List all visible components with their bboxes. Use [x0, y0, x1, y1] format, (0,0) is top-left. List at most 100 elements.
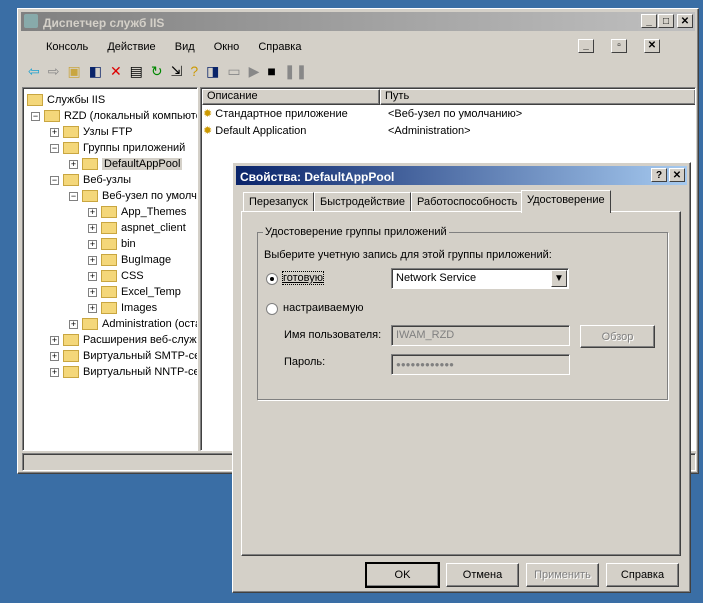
- forward-icon[interactable]: ⇨: [48, 63, 60, 80]
- tree-item-label: Расширения веб-служб: [83, 334, 198, 346]
- menu-help[interactable]: Справка: [258, 41, 301, 53]
- collapse-icon[interactable]: −: [69, 191, 78, 201]
- tab-identity[interactable]: Удостоверение: [521, 190, 611, 213]
- ok-button[interactable]: OK: [365, 562, 440, 588]
- tree-item-label: bin: [121, 238, 136, 250]
- help-icon[interactable]: ?: [190, 63, 198, 79]
- expand-icon[interactable]: +: [50, 367, 59, 377]
- password-field[interactable]: ●●●●●●●●●●●●: [391, 354, 570, 375]
- tree-item-label: App_Themes: [121, 206, 187, 218]
- radio-predefined[interactable]: [266, 273, 278, 285]
- account-select[interactable]: Network Service ▼: [391, 268, 569, 289]
- menu-action[interactable]: Действие: [107, 41, 155, 53]
- expand-icon[interactable]: +: [69, 319, 78, 329]
- main-title: Диспетчер служб IIS: [43, 15, 165, 30]
- delete-icon[interactable]: ✕: [110, 63, 122, 80]
- tree-item[interactable]: + Расширения веб-служб: [50, 332, 198, 348]
- expand-icon[interactable]: +: [50, 351, 59, 361]
- tree-item[interactable]: − Группы приложений: [50, 140, 185, 156]
- tree-item[interactable]: + DefaultAppPool: [69, 156, 183, 172]
- expand-icon[interactable]: +: [88, 271, 97, 281]
- properties-icon[interactable]: ▤: [130, 63, 143, 80]
- help-dialog-button[interactable]: Справка: [606, 563, 679, 587]
- folder-icon: [63, 126, 79, 139]
- export-icon[interactable]: ⇲: [171, 63, 183, 80]
- stop-icon[interactable]: ■: [267, 63, 275, 79]
- child-restore-button[interactable]: ▫: [611, 39, 627, 53]
- list-row[interactable]: ✹ Default Application <Administration>: [203, 123, 693, 139]
- menu-window[interactable]: Окно: [214, 41, 240, 53]
- tree-item[interactable]: − Веб-узел по умолчанию: [69, 188, 197, 204]
- tree-item[interactable]: + CSS: [88, 268, 144, 284]
- tree-item[interactable]: + aspnet_client: [88, 220, 186, 236]
- help-button[interactable]: ?: [651, 168, 667, 182]
- tree-item-label: DefaultAppPool: [102, 158, 183, 170]
- node-icon: [63, 366, 79, 379]
- tab-restart[interactable]: Перезапуск: [243, 192, 314, 212]
- tree-item-label: Группы приложений: [83, 142, 186, 154]
- tree-item[interactable]: + App_Themes: [88, 204, 186, 220]
- expand-icon[interactable]: +: [69, 159, 78, 169]
- up-folder-icon[interactable]: ▣: [67, 63, 80, 80]
- back-icon[interactable]: ⇦: [28, 63, 40, 80]
- tree-item[interactable]: + Виртуальный NNTP-сервер: [50, 364, 197, 380]
- tree-item[interactable]: + Administration (остановлен): [69, 316, 197, 332]
- computer-icon[interactable]: ▭: [227, 63, 240, 80]
- column-path[interactable]: Путь: [380, 89, 695, 105]
- cancel-button[interactable]: Отмена: [446, 563, 519, 587]
- refresh-icon[interactable]: ↻: [151, 63, 163, 80]
- dialog-close-button[interactable]: ✕: [669, 168, 685, 182]
- expand-icon[interactable]: +: [50, 127, 59, 137]
- expand-icon[interactable]: +: [88, 255, 97, 265]
- collapse-icon[interactable]: −: [31, 111, 40, 121]
- tree-item[interactable]: + Виртуальный SMTP-сервер: [50, 348, 197, 364]
- play-icon[interactable]: ▶: [249, 63, 260, 80]
- tree-item[interactable]: + Excel_Temp: [88, 284, 181, 300]
- tree-item-label: Службы IIS: [47, 94, 106, 106]
- chevron-down-icon[interactable]: ▼: [551, 270, 567, 287]
- folder-icon: [101, 238, 117, 251]
- child-close-button[interactable]: ✕: [644, 39, 660, 53]
- menu-view[interactable]: Вид: [175, 41, 195, 53]
- username-field[interactable]: IWAM_RZD: [391, 325, 570, 346]
- tree-item[interactable]: − Веб-узлы: [50, 172, 131, 188]
- tree-item[interactable]: − RZD (локальный компьютер): [31, 108, 197, 124]
- list-row[interactable]: ✹ Стандартное приложение <Веб-узел по умо…: [203, 106, 693, 122]
- minimize-button[interactable]: _: [641, 14, 657, 28]
- expand-icon[interactable]: +: [88, 239, 97, 249]
- tree-item[interactable]: + Images: [88, 300, 157, 316]
- console-tree-icon[interactable]: ◨: [206, 63, 219, 80]
- collapse-icon[interactable]: −: [50, 143, 59, 153]
- show-tree-icon[interactable]: ◧: [89, 63, 102, 80]
- apply-button[interactable]: Применить: [526, 563, 599, 587]
- folder-icon: [101, 302, 117, 315]
- expand-icon[interactable]: +: [88, 303, 97, 313]
- iis-icon: [24, 14, 38, 28]
- expand-icon[interactable]: +: [88, 207, 97, 217]
- close-button[interactable]: ✕: [677, 14, 693, 28]
- browse-button[interactable]: Обзор: [580, 325, 655, 348]
- pause-icon[interactable]: ❚❚: [284, 63, 307, 80]
- radio-configurable[interactable]: [266, 303, 278, 315]
- tree-item[interactable]: Службы IIS: [27, 92, 105, 108]
- menu-console[interactable]: Консоль: [46, 41, 88, 53]
- tab-health[interactable]: Работоспособность: [411, 192, 524, 212]
- folder-icon: [63, 142, 79, 155]
- expand-icon[interactable]: +: [88, 223, 97, 233]
- radio-configurable-label[interactable]: настраиваемую: [283, 302, 364, 314]
- expand-icon[interactable]: +: [50, 335, 59, 345]
- node-icon: [82, 190, 98, 203]
- tree-item[interactable]: + bin: [88, 236, 136, 252]
- column-description[interactable]: Описание: [202, 89, 380, 105]
- child-minimize-button[interactable]: _: [578, 39, 594, 53]
- maximize-button[interactable]: □: [658, 14, 674, 28]
- account-prompt: Выберите учетную запись для этой группы …: [264, 249, 552, 261]
- tree-item-label: Images: [121, 302, 158, 314]
- radio-predefined-label[interactable]: готовую: [281, 271, 325, 285]
- expand-icon[interactable]: +: [88, 287, 97, 297]
- tree-item[interactable]: + BugImage: [88, 252, 171, 268]
- gear-icon: ✹: [203, 125, 213, 137]
- tree-item[interactable]: + Узлы FTP: [50, 124, 132, 140]
- collapse-icon[interactable]: −: [50, 175, 59, 185]
- tab-performance[interactable]: Быстродействие: [314, 192, 411, 212]
